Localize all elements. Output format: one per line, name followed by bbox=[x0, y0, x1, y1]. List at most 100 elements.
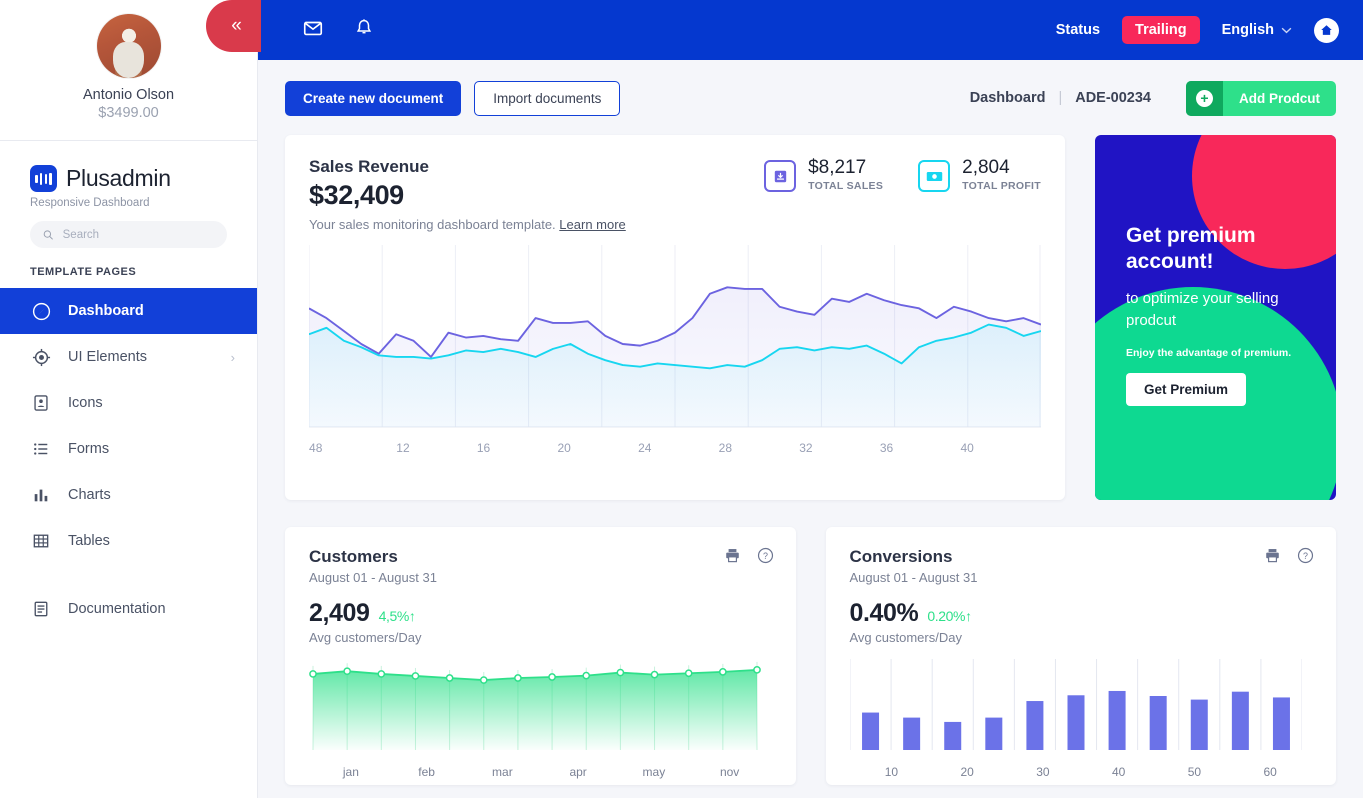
money-bill-icon bbox=[918, 160, 951, 192]
breadcrumb-page[interactable]: Dashboard bbox=[970, 90, 1046, 106]
x-tick: 20 bbox=[960, 765, 974, 779]
printer-icon[interactable] bbox=[724, 547, 741, 569]
inbox-download-icon bbox=[764, 160, 797, 192]
sidebar-item-dashboard[interactable]: Dashboard bbox=[0, 288, 257, 334]
x-tick: 20 bbox=[557, 441, 571, 455]
chevron-right-icon: › bbox=[230, 349, 235, 365]
sales-revenue-svg bbox=[309, 245, 1041, 428]
sidebar-item-icons[interactable]: Icons bbox=[0, 380, 257, 426]
premium-banner: Get premium account! to optimize your se… bbox=[1095, 135, 1336, 500]
search-wrapper bbox=[0, 209, 257, 248]
search-box[interactable] bbox=[30, 221, 227, 248]
stat-text: $8,217 TOTAL SALES bbox=[808, 157, 883, 192]
action-row: Create new document Import documents Das… bbox=[285, 78, 1336, 118]
banner-content: Get premium account! to optimize your se… bbox=[1126, 223, 1316, 406]
profile-amount: $3499.00 bbox=[98, 105, 159, 121]
x-tick: apr bbox=[569, 765, 587, 779]
stat-value: 2,804 bbox=[962, 157, 1010, 178]
x-tick: 40 bbox=[1111, 765, 1126, 779]
compass-icon bbox=[30, 300, 52, 322]
mail-icon[interactable] bbox=[302, 17, 324, 44]
top-cards-row: Sales Revenue $32,409 Your sales monitor… bbox=[285, 135, 1336, 500]
list-icon bbox=[30, 438, 52, 460]
topbar-left bbox=[258, 17, 374, 44]
conversions-x-axis: 10 20 30 40 50 60 bbox=[850, 765, 1313, 779]
sidebar-item-tables[interactable]: Tables bbox=[0, 518, 257, 564]
sidebar-divider-gap bbox=[0, 564, 257, 586]
profile-name: Antonio Olson bbox=[82, 87, 175, 103]
sidebar-item-forms[interactable]: Forms bbox=[0, 426, 257, 472]
x-tick: 10 bbox=[884, 765, 899, 779]
banner-subtitle: to optimize your selling prodcut bbox=[1126, 290, 1279, 329]
conversions-bar-svg bbox=[849, 659, 1302, 750]
sidebar-item-label: Tables bbox=[68, 533, 110, 549]
sidebar-item-documentation[interactable]: Documentation bbox=[0, 586, 257, 632]
language-label: English bbox=[1221, 22, 1274, 38]
import-documents-button[interactable]: Import documents bbox=[474, 80, 621, 116]
language-selector[interactable]: English bbox=[1222, 22, 1292, 38]
home-icon bbox=[1321, 24, 1332, 35]
target-icon bbox=[30, 346, 52, 368]
x-tick: 4 bbox=[309, 441, 316, 455]
x-tick: mar bbox=[492, 765, 513, 779]
sidebar-item-label: Documentation bbox=[68, 601, 166, 617]
x-tick: feb bbox=[418, 765, 435, 779]
x-tick: 28 bbox=[718, 441, 733, 455]
sidebar-item-charts[interactable]: Charts bbox=[0, 472, 257, 518]
status-link[interactable]: Status bbox=[1056, 22, 1100, 38]
x-tick: 32 bbox=[799, 441, 813, 455]
get-premium-button[interactable]: Get Premium bbox=[1126, 372, 1247, 406]
description-text: Your sales monitoring dashboard template… bbox=[309, 217, 556, 232]
printer-icon[interactable] bbox=[1264, 547, 1281, 569]
sidebar-section-label: TEMPLATE PAGES bbox=[30, 266, 137, 278]
sidebar-item-label: Icons bbox=[68, 395, 103, 411]
customers-card-actions: ? bbox=[724, 547, 774, 569]
search-input[interactable] bbox=[62, 228, 214, 241]
conversions-delta: 0.20%↑ bbox=[927, 608, 972, 624]
conversions-card: Conversions August 01 - August 31 ? 0.40… bbox=[825, 527, 1336, 785]
banner-title: Get premium account! bbox=[1126, 224, 1256, 273]
sidebar-item-label: Dashboard bbox=[68, 303, 144, 319]
banner-note: Enjoy the advantage of premium. bbox=[1126, 346, 1292, 359]
avatar bbox=[96, 14, 161, 78]
customers-avg-label: Avg customers/Day bbox=[309, 630, 422, 645]
create-new-document-button[interactable]: Create new document bbox=[285, 80, 462, 116]
stat-label: TOTAL SALES bbox=[808, 180, 884, 192]
svg-text:?: ? bbox=[1303, 551, 1308, 561]
main-content: Create new document Import documents Das… bbox=[258, 60, 1363, 798]
x-tick: 50 bbox=[1187, 765, 1202, 779]
trailing-badge[interactable]: Trailing bbox=[1122, 16, 1200, 44]
learn-more-link[interactable]: Learn more bbox=[559, 217, 625, 232]
document-icon bbox=[30, 598, 52, 620]
customers-range: August 01 - August 31 bbox=[309, 570, 437, 585]
customers-title: Customers bbox=[309, 547, 398, 566]
plusadmin-logo-icon bbox=[30, 165, 57, 192]
sales-revenue-card: Sales Revenue $32,409 Your sales monitor… bbox=[285, 135, 1065, 500]
x-tick: may bbox=[642, 765, 666, 779]
add-product-button[interactable]: + Add Prodcut bbox=[1186, 80, 1336, 116]
sidebar-item-ui-elements[interactable]: UI Elements › bbox=[0, 334, 257, 380]
svg-text:?: ? bbox=[763, 551, 768, 561]
sales-revenue-description: Your sales monitoring dashboard template… bbox=[309, 217, 1041, 232]
home-button[interactable] bbox=[1314, 17, 1339, 43]
chevron-down-icon bbox=[1281, 27, 1292, 33]
bell-icon[interactable] bbox=[354, 17, 374, 44]
stat-text: 2,804 TOTAL PROFIT bbox=[962, 157, 1041, 192]
customers-area-svg bbox=[309, 661, 761, 750]
table-grid-icon bbox=[30, 530, 52, 552]
dashboard-page: Antonio Olson $3499.00 Plusadmin Respons… bbox=[0, 0, 1363, 798]
conversions-value: 0.40% bbox=[849, 599, 919, 627]
x-tick: 60 bbox=[1263, 765, 1277, 779]
x-tick: jan bbox=[342, 765, 359, 779]
sales-revenue-x-axis: 4 8 12 16 20 24 28 32 36 40 bbox=[309, 441, 1041, 455]
sidebar: Antonio Olson $3499.00 Plusadmin Respons… bbox=[0, 0, 258, 798]
sales-revenue-chart: 4 8 12 16 20 24 28 32 36 40 bbox=[309, 245, 1041, 460]
x-tick: 30 bbox=[1036, 765, 1050, 779]
customers-card: Customers August 01 - August 31 ? 2,409 … bbox=[285, 527, 796, 785]
x-tick: nov bbox=[719, 765, 740, 779]
help-circle-icon[interactable]: ? bbox=[1297, 547, 1314, 569]
conversions-range: August 01 - August 31 bbox=[849, 570, 978, 585]
sidebar-collapse-button[interactable]: « bbox=[206, 0, 261, 52]
top-navbar: Status Trailing English bbox=[258, 0, 1363, 60]
help-circle-icon[interactable]: ? bbox=[757, 547, 774, 569]
